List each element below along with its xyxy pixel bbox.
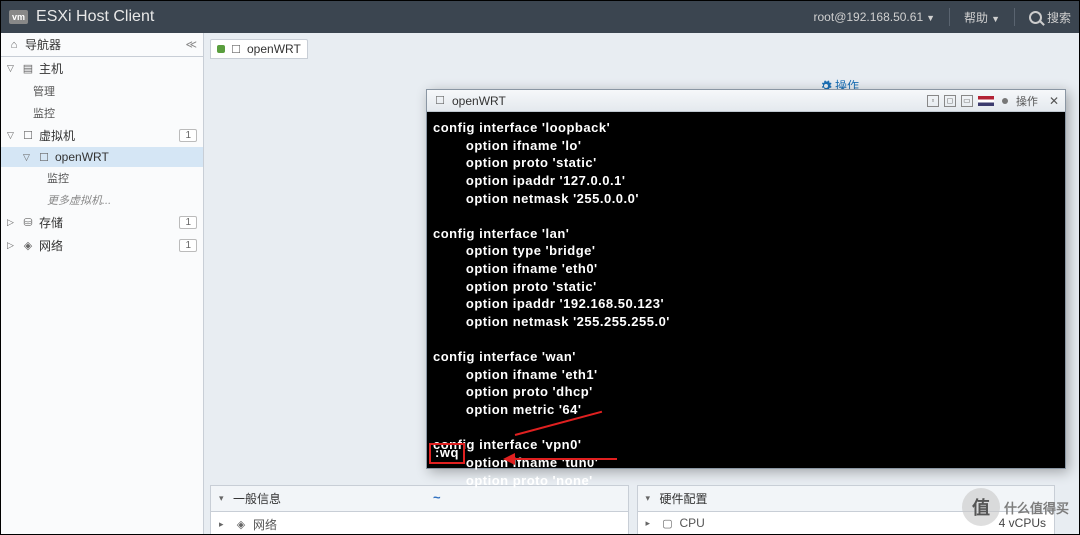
tree-vms[interactable]: ▽☐虚拟机1	[1, 124, 203, 147]
keyboard-flag-icon[interactable]	[978, 96, 994, 106]
general-row-network[interactable]: ▸◈网络	[211, 512, 628, 534]
console-vm-icon: ☐	[433, 94, 447, 108]
tree-network[interactable]: ▷◈网络1	[1, 234, 203, 257]
vmware-logo: vm	[9, 10, 28, 24]
app-title: ESXi Host Client	[36, 8, 814, 26]
console-title: openWRT	[452, 94, 506, 108]
console-titlebar[interactable]: ☐ openWRT ▫ ◻ ▭ 操作 ✕	[427, 90, 1065, 112]
top-right-menu: root@192.168.50.61▼ 帮助▼ 搜索	[814, 8, 1071, 26]
help-menu[interactable]: 帮助▼	[964, 9, 1000, 26]
tree-storage[interactable]: ▷⛁存储1	[1, 211, 203, 234]
top-bar: vm ESXi Host Client root@192.168.50.61▼ …	[1, 1, 1079, 33]
search-icon	[1029, 11, 1042, 24]
tree-vm-monitor[interactable]: 监控	[1, 167, 203, 189]
host-icon: ▤	[21, 62, 35, 76]
console-window-btn3[interactable]: ▭	[961, 95, 973, 107]
general-info-panel: ▾一般信息 ▸◈网络 ▸⬡VMware Tools未安装 VMware Tool…	[210, 485, 629, 534]
watermark: 值 什么值得买	[962, 488, 1069, 526]
watermark-icon: 值	[962, 488, 1000, 526]
vm-tab[interactable]: ☐ openWRT	[210, 39, 308, 59]
tree-host-monitor[interactable]: 监控	[1, 102, 203, 124]
console-terminal[interactable]: config interface 'loopback' option ifnam…	[427, 112, 1065, 468]
console-window[interactable]: ☐ openWRT ▫ ◻ ▭ 操作 ✕ config interface 'l…	[426, 89, 1066, 469]
home-icon: ⌂	[7, 38, 21, 52]
cpu-row-icon: ▢	[661, 516, 675, 530]
tree-vm-more[interactable]: 更多虚拟机...	[1, 189, 203, 211]
vm-status-icon	[217, 45, 225, 53]
user-menu[interactable]: root@192.168.50.61▼	[814, 10, 936, 24]
console-close-icon[interactable]: ✕	[1049, 94, 1059, 108]
console-window-btn1[interactable]: ▫	[927, 95, 939, 107]
network-row-icon: ◈	[234, 518, 248, 532]
console-actions-menu[interactable]: 操作	[1016, 93, 1038, 109]
network-icon: ◈	[21, 239, 35, 253]
vm-icon: ☐	[21, 129, 35, 143]
vim-command-input[interactable]: :wq	[429, 443, 465, 464]
collapse-icon[interactable]: ≪	[185, 38, 197, 51]
storage-icon: ⛁	[21, 216, 35, 230]
vm-item-icon: ☐	[37, 150, 51, 164]
navigator-sidebar: ⌂导航器 ≪ ▽▤主机 管理 监控 ▽☐虚拟机1 ▽☐openWRT 监控 更多…	[1, 33, 204, 534]
tree-host-manage[interactable]: 管理	[1, 80, 203, 102]
tree-host[interactable]: ▽▤主机	[1, 57, 203, 80]
search-button[interactable]: 搜索	[1029, 9, 1071, 26]
navigator-header: ⌂导航器 ≪	[1, 33, 203, 57]
content-area: ☐ openWRT 操作 CPU0 MHz ▢ 内存0 B ▥	[204, 33, 1079, 534]
console-window-btn2[interactable]: ◻	[944, 95, 956, 107]
vm-tab-icon: ☐	[229, 42, 243, 56]
tree-vm-openwrt[interactable]: ▽☐openWRT	[1, 147, 203, 167]
console-gear-icon	[999, 95, 1011, 107]
annotation-arrow	[507, 458, 617, 460]
